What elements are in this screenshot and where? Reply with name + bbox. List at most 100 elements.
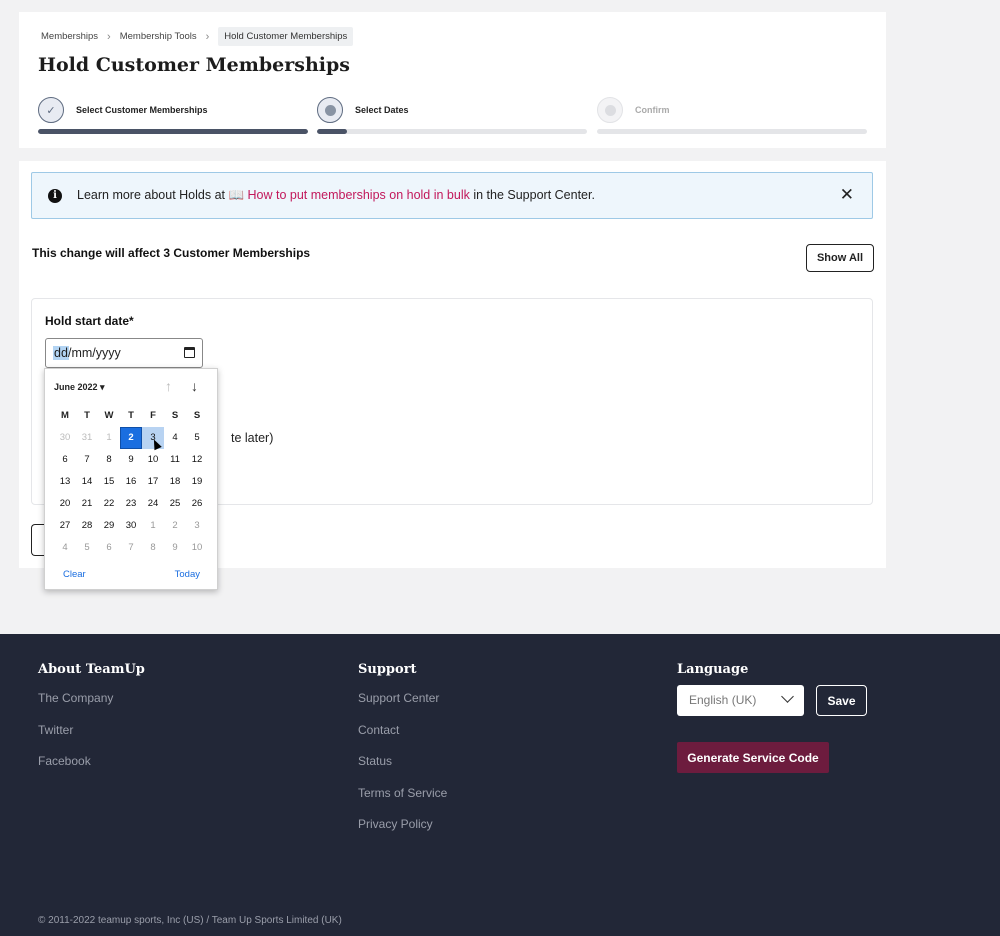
calendar-day[interactable]: 23: [120, 493, 142, 515]
footer-support: Support Support Center Contact Status Te…: [358, 662, 447, 849]
affect-summary: This change will affect 3 Customer Membe…: [32, 246, 311, 260]
calendar-day[interactable]: 30: [120, 515, 142, 537]
calendar-day[interactable]: 6: [98, 537, 120, 559]
footer-about: About TeamUp The Company Twitter Faceboo…: [38, 662, 145, 786]
support-link[interactable]: How to put memberships on hold in bulk: [248, 188, 470, 202]
footer-link[interactable]: Status: [358, 754, 447, 770]
step-label: Confirm: [635, 105, 670, 115]
page-header-card: Memberships › Membership Tools › Hold Cu…: [19, 12, 886, 148]
chevron-right-icon: ›: [107, 30, 111, 43]
footer-link[interactable]: The Company: [38, 691, 145, 707]
page-title: Hold Customer Memberships: [38, 54, 350, 76]
calendar-day[interactable]: 26: [186, 493, 208, 515]
step-progress-bar: [597, 129, 867, 134]
partially-hidden-option-text: te later): [231, 431, 274, 445]
calendar-day[interactable]: 12: [186, 449, 208, 471]
step-progress-fill: [317, 129, 347, 134]
language-value: English (UK): [689, 693, 757, 707]
step-progress-bar: [38, 129, 308, 134]
generate-service-code-button[interactable]: Generate Service Code: [677, 742, 829, 773]
breadcrumb-current: Hold Customer Memberships: [218, 27, 354, 46]
calendar-day[interactable]: 7: [76, 449, 98, 471]
arrow-down-icon[interactable]: ↓: [191, 378, 198, 394]
weekday-header: S: [171, 410, 179, 421]
step-progress-fill: [38, 129, 308, 134]
calendar-day[interactable]: 25: [164, 493, 186, 515]
clear-button[interactable]: Clear: [63, 569, 86, 580]
calendar-day[interactable]: 1: [142, 515, 164, 537]
calendar-day[interactable]: 27: [54, 515, 76, 537]
calendar-day[interactable]: 8: [98, 449, 120, 471]
today-button[interactable]: Today: [175, 569, 200, 580]
info-suffix: in the Support Center.: [469, 188, 595, 202]
footer-language: Language English (UK) Save Generate Serv…: [677, 662, 877, 782]
arrow-up-icon[interactable]: ↑: [165, 378, 172, 394]
language-select[interactable]: English (UK): [677, 685, 804, 716]
breadcrumb-memberships[interactable]: Memberships: [41, 31, 98, 42]
info-icon: i: [48, 189, 62, 203]
date-rest-segment[interactable]: /mm/yyyy: [68, 346, 121, 360]
calendar-day[interactable]: 29: [98, 515, 120, 537]
weekday-header: S: [193, 410, 201, 421]
calendar-day[interactable]: 20: [54, 493, 76, 515]
info-text: Learn more about Holds at 📖 How to put m…: [77, 188, 595, 203]
date-day-segment[interactable]: dd: [53, 346, 69, 360]
info-banner: i Learn more about Holds at 📖 How to put…: [31, 172, 873, 219]
calendar-day[interactable]: 28: [76, 515, 98, 537]
calendar-day: 31: [81, 432, 93, 443]
breadcrumb-membership-tools[interactable]: Membership Tools: [120, 31, 197, 42]
step-confirm: Confirm: [597, 97, 867, 137]
calendar-day[interactable]: 22: [98, 493, 120, 515]
calendar-day[interactable]: 18: [164, 471, 186, 493]
calendar-day[interactable]: 14: [76, 471, 98, 493]
footer-link[interactable]: Terms of Service: [358, 786, 447, 802]
calendar-day[interactable]: 6: [54, 449, 76, 471]
active-step-icon: [317, 97, 343, 123]
calendar-icon[interactable]: [184, 347, 195, 358]
calendar-day[interactable]: 5: [76, 537, 98, 559]
step-select-memberships: ✓ Select Customer Memberships: [38, 97, 308, 137]
check-icon: ✓: [38, 97, 64, 123]
calendar-day[interactable]: 9: [120, 449, 142, 471]
calendar-day[interactable]: 21: [76, 493, 98, 515]
weekday-header: M: [61, 410, 69, 421]
calendar-day[interactable]: 19: [186, 471, 208, 493]
footer-heading: Language: [677, 662, 749, 677]
calendar-day[interactable]: 7: [120, 537, 142, 559]
hold-start-date-input[interactable]: dd /mm/yyyy: [45, 338, 203, 368]
close-icon[interactable]: ✕: [840, 186, 854, 204]
calendar-day[interactable]: 13: [54, 471, 76, 493]
calendar-day: 1: [106, 432, 112, 443]
weekday-header: W: [104, 410, 114, 421]
month-select[interactable]: June 2022 ▾: [54, 382, 105, 393]
stepper: ✓ Select Customer Memberships Select Dat…: [38, 97, 868, 137]
footer-heading: About TeamUp: [38, 662, 145, 677]
calendar-day[interactable]: 24: [142, 493, 164, 515]
calendar-day[interactable]: 16: [120, 471, 142, 493]
calendar-day[interactable]: 2: [164, 515, 186, 537]
calendar-day[interactable]: 17: [142, 471, 164, 493]
language-save-button[interactable]: Save: [816, 685, 867, 716]
footer-link[interactable]: Privacy Policy: [358, 817, 447, 833]
footer-link[interactable]: Contact: [358, 723, 447, 739]
show-all-button[interactable]: Show All: [806, 244, 874, 272]
calendar-day-selected[interactable]: 2: [120, 427, 142, 449]
calendar-day[interactable]: 10: [186, 537, 208, 559]
calendar-day[interactable]: 15: [98, 471, 120, 493]
calendar-day[interactable]: 9: [164, 537, 186, 559]
step-label: Select Dates: [355, 105, 409, 115]
footer-heading: Support: [358, 662, 417, 677]
calendar-day[interactable]: 10: [142, 449, 164, 471]
chevron-down-icon: [781, 690, 794, 703]
calendar-day[interactable]: 11: [164, 449, 186, 471]
calendar-day[interactable]: 3: [186, 515, 208, 537]
calendar-day[interactable]: 5: [186, 427, 208, 449]
footer-link[interactable]: Facebook: [38, 754, 145, 770]
calendar-day[interactable]: 8: [142, 537, 164, 559]
footer: About TeamUp The Company Twitter Faceboo…: [0, 634, 1000, 936]
weekday-header: T: [128, 410, 134, 421]
calendar-day[interactable]: 4: [54, 537, 76, 559]
footer-link[interactable]: Twitter: [38, 723, 145, 739]
footer-link[interactable]: Support Center: [358, 691, 447, 707]
calendar-day[interactable]: 4: [164, 427, 186, 449]
